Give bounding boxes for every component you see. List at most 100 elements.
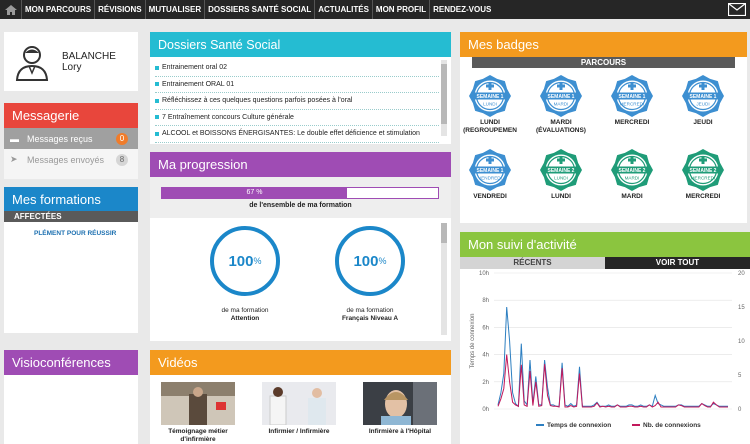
messages-envoyes-label: Messages envoyés	[27, 154, 105, 165]
progression-scrollbar[interactable]	[441, 223, 447, 335]
badge-week: SEMAINE 1	[548, 94, 575, 100]
list-item[interactable]: 7 Entraînement concours Culture générale	[155, 110, 439, 126]
badge-week: SEMAINE 2	[619, 168, 646, 174]
y-left-tick-label: 4h	[482, 353, 489, 359]
suivi-tabs: RÉCENTS VOIR TOUT	[460, 257, 750, 269]
nav-mon-profil[interactable]: MON PROFIL	[371, 0, 429, 19]
formation-progress-attention[interactable]: 100% de ma formation Attention	[190, 226, 300, 323]
profile-lastname: BALANCHE	[62, 50, 116, 62]
videos-panel: Vidéos Témoignage métier d'infirmière In…	[150, 350, 451, 444]
nav-revisions[interactable]: RÉVISIONS	[94, 0, 145, 19]
messages-recus-label: Messages reçus	[27, 133, 93, 144]
messages-envoyes-item[interactable]: ➤ Messages envoyés 8	[4, 149, 138, 170]
activity-chart: 0h 2h 4h 6h 8h 10h 0 5 10 15 20 Temps de connexion T…	[470, 271, 745, 429]
home-icon[interactable]	[0, 0, 21, 19]
y-left-tick-label: 10h	[479, 271, 489, 277]
badge-item[interactable]: SEMAINE 1 VENDREDI VENDREDI	[459, 148, 521, 201]
progress-bar: 67 %	[161, 187, 439, 199]
badge-week: SEMAINE 1	[619, 94, 646, 100]
profile-firstname: Lory	[62, 61, 82, 73]
video-item[interactable]: Infirmier / Infirmière	[262, 382, 336, 436]
progression-title: Ma progression	[150, 152, 451, 177]
badge-item[interactable]: SEMAINE 1 MARDI MARDI (ÉVALUATIONS)	[530, 74, 592, 134]
nav-rendez-vous[interactable]: RENDEZ-VOUS	[429, 0, 494, 19]
badge-item[interactable]: SEMAINE 2 MARDI MARDI	[601, 148, 663, 201]
dossiers-scrollbar[interactable]	[441, 60, 447, 136]
profile-card[interactable]: BALANCHE Lory	[4, 32, 138, 91]
badge-label: MERCREDI	[685, 193, 721, 200]
mail-icon[interactable]	[727, 2, 747, 17]
badge-day: JEUDI	[696, 102, 709, 107]
nav-mon-parcours[interactable]: MON PARCOURS	[21, 0, 94, 19]
badge-label: VENDREDI	[473, 193, 507, 200]
badge-day: MARDI	[625, 176, 640, 181]
video-thumbnail	[262, 382, 336, 425]
badge-icon: SEMAINE 1 MERCREDI	[611, 75, 653, 117]
list-item[interactable]: Réfléchissez à ces quelques questions pa…	[155, 93, 439, 110]
formations-panel: Mes formations AFFECTÉES PLÉMENT POUR RÉ…	[4, 187, 138, 333]
badge-day: VENDREDI	[478, 176, 502, 181]
list-item[interactable]: ALCOOL et BOISSONS ÉNERGISANTES: Le doub…	[155, 126, 439, 143]
send-icon: ➤	[10, 154, 18, 164]
visio-title: Visioconférences	[4, 350, 138, 375]
visio-panel: Visioconférences	[4, 350, 138, 444]
videos-title: Vidéos	[150, 350, 451, 375]
badges-title: Mes badges	[460, 32, 747, 57]
legend-label: Nb. de connexions	[643, 422, 701, 429]
nav-mutualiser[interactable]: MUTUALISER	[144, 0, 204, 19]
badge-item[interactable]: SEMAINE 2 LUNDI LUNDI	[530, 148, 592, 201]
y-left-tick-label: 6h	[482, 325, 489, 331]
badges-grid: SEMAINE 1 LUNDI LUNDI (REGROUPEMEN SEMAINE 1…	[460, 68, 747, 218]
badge-week: SEMAINE 2	[690, 168, 717, 174]
badge-label: MARDI	[621, 193, 643, 200]
badge-day: MARDI	[554, 102, 569, 107]
formation-link[interactable]: PLÉMENT POUR RÉUSSIR	[4, 222, 138, 237]
dossiers-list: Entrainement oral 02 Entrainement ORAL 0…	[150, 57, 451, 143]
badge-label: MERCREDI	[614, 119, 650, 126]
badge-day: MERCREDI	[620, 102, 645, 107]
badge-item[interactable]: SEMAINE 1 MERCREDI MERCREDI	[601, 74, 663, 127]
suivi-title: Mon suivi d'activité	[460, 232, 750, 257]
badge-week: SEMAINE 2	[548, 168, 575, 174]
list-item[interactable]: Entrainement oral 02	[155, 60, 439, 77]
progress-ring: 100%	[335, 226, 405, 296]
y-right-tick-label: 20	[738, 271, 745, 277]
messages-envoyes-count: 8	[116, 153, 128, 166]
list-item[interactable]: Entrainement ORAL 01	[155, 77, 439, 93]
tab-affectees[interactable]: AFFECTÉES	[4, 211, 138, 222]
badge-item[interactable]: SEMAINE 1 JEUDI JEUDI	[672, 74, 734, 127]
badge-label: LUNDI	[480, 119, 500, 126]
badge-label: (ÉVALUATIONS)	[536, 126, 586, 134]
badge-week: SEMAINE 1	[477, 168, 504, 174]
y-left-tick-label: 2h	[482, 380, 489, 386]
badge-icon: SEMAINE 2 MERCREDI	[682, 149, 724, 191]
messages-recus-item[interactable]: ▬ Messages reçus 0	[4, 128, 138, 149]
video-item[interactable]: Témoignage métier d'infirmière	[161, 382, 235, 444]
nav-dossiers-sante-social[interactable]: DOSSIERS SANTÉ SOCIAL	[204, 0, 314, 19]
badge-icon: SEMAINE 2 LUNDI	[540, 149, 582, 191]
badge-icon: SEMAINE 1 JEUDI	[682, 75, 724, 117]
tab-recents[interactable]: RÉCENTS	[460, 257, 605, 269]
messagerie-title: Messagerie	[4, 103, 138, 128]
progression-panel: Ma progression 67 % de l'ensemble de ma …	[150, 152, 451, 341]
messagerie-panel: Messagerie ▬ Messages reçus 0 ➤ Messages…	[4, 103, 138, 179]
badge-week: SEMAINE 1	[477, 94, 504, 100]
formation-progress-francais[interactable]: 100% de ma formation Français Niveau A	[315, 226, 425, 323]
badge-item[interactable]: SEMAINE 2 MERCREDI MERCREDI	[672, 148, 734, 201]
dossiers-panel: Dossiers Santé Social Entrainement oral …	[150, 32, 451, 144]
badge-label: MARDI	[550, 119, 572, 126]
badge-day: MERCREDI	[691, 176, 716, 181]
series-line	[497, 306, 728, 408]
tab-voir-tout[interactable]: VOIR TOUT	[605, 257, 750, 269]
badge-day: LUNDI	[554, 176, 568, 181]
badge-label: JEUDI	[693, 119, 713, 126]
series-line	[497, 354, 728, 408]
suivi-panel: Mon suivi d'activité RÉCENTS VOIR TOUT 0…	[460, 232, 750, 444]
badge-label: LUNDI	[551, 193, 571, 200]
badge-item[interactable]: SEMAINE 1 LUNDI LUNDI (REGROUPEMEN	[459, 74, 521, 134]
nav-actualites[interactable]: ACTUALITÉS	[314, 0, 372, 19]
tab-parcours[interactable]: PARCOURS	[472, 57, 735, 68]
progress-value: 67 %	[246, 189, 263, 196]
top-nav: MON PARCOURS RÉVISIONS MUTUALISER DOSSIE…	[0, 0, 750, 19]
video-item[interactable]: Infirmière à l'Hôpital	[363, 382, 437, 436]
